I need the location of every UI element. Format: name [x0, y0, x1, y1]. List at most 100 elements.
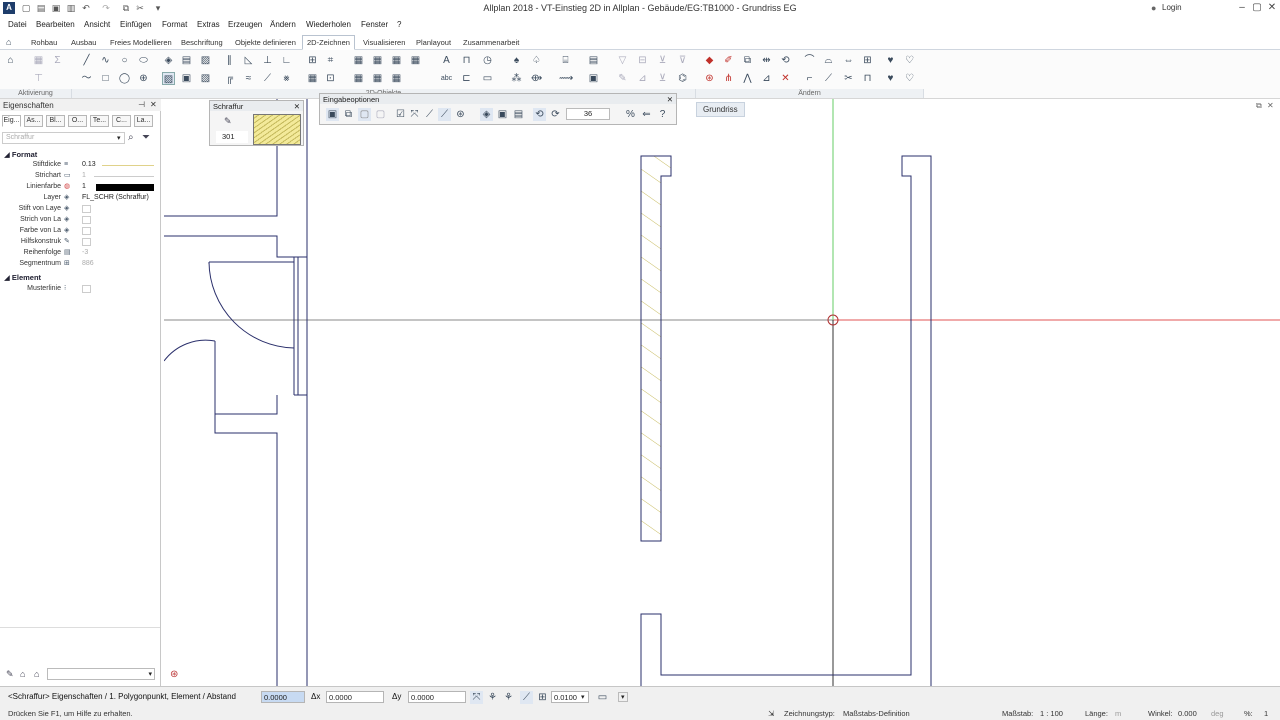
dropdown-arrow-icon[interactable]: ▾ — [117, 134, 121, 142]
menu-erzeugen[interactable]: Erzeugen — [228, 20, 262, 29]
menu-fenster[interactable]: Fenster — [361, 20, 388, 29]
table-icon[interactable]: ▦ — [306, 72, 319, 85]
wall-icon[interactable]: ╔ — [223, 72, 236, 85]
row-linienfarbe[interactable]: Linienfarbe ◍ 1 — [0, 182, 160, 193]
activate-icon[interactable]: ▦ — [32, 54, 45, 67]
join-icon[interactable]: ♥ — [884, 54, 897, 67]
grid5-icon[interactable]: ▦ — [352, 72, 365, 85]
polyline-icon[interactable]: ∿ — [99, 54, 112, 67]
modify-icon[interactable]: ⊛ — [703, 72, 716, 85]
option-percent-icon[interactable]: % — [624, 108, 637, 121]
dimension-icon[interactable]: ⊞ — [306, 54, 319, 67]
row-reihenfolge[interactable]: Reihenfolge ▤ -3 — [0, 248, 160, 259]
minimize-icon[interactable]: – — [1235, 1, 1249, 15]
macro-icon[interactable]: ⌸ — [559, 54, 572, 67]
floorplan-drawing[interactable] — [164, 99, 1280, 686]
favorites-icon[interactable]: ⌂ — [20, 669, 25, 679]
filter9-icon[interactable]: ⌬ — [676, 72, 689, 85]
sum-icon[interactable]: Σ — [51, 54, 64, 67]
tab-eigenschaften[interactable]: Eig... — [2, 115, 21, 127]
dy-input[interactable]: 0.0000 — [408, 691, 466, 703]
checkbox-stift-von-layer[interactable] — [82, 205, 91, 213]
stretch-icon[interactable]: ⇔ — [842, 54, 855, 67]
navigation-icon[interactable]: ⊛ — [170, 669, 178, 680]
gradient-icon[interactable]: ▧ — [199, 72, 212, 85]
checkbox-hilfskonstruktion[interactable] — [82, 238, 91, 246]
collapse-icon[interactable]: ◢ — [4, 273, 12, 282]
break-icon[interactable]: ✂ — [842, 72, 855, 85]
angle-icon[interactable]: ∟ — [280, 54, 293, 67]
ellipse-icon[interactable]: ⬭ — [137, 54, 150, 67]
row-farbe-von-layer[interactable]: Farbe von La ◈ — [0, 226, 160, 237]
option-area-icon[interactable]: ▢ — [358, 108, 371, 121]
view-close-icon[interactable]: ✕ — [1267, 101, 1274, 110]
parallel-icon[interactable]: ∥ — [223, 54, 236, 67]
grid1-icon[interactable]: ▦ — [352, 54, 365, 67]
tab-beschriftung[interactable]: Beschriftung — [181, 38, 223, 47]
favorites-dropdown[interactable]: ▾ — [47, 668, 155, 680]
circle2-icon[interactable]: ◯ — [118, 72, 131, 85]
image-icon[interactable]: ▣ — [180, 72, 193, 85]
split2-icon[interactable]: ♡ — [903, 72, 916, 85]
filter-icon[interactable]: ⊤ — [32, 72, 45, 85]
tab-zusammenarbeit[interactable]: Zusammenarbeit — [463, 38, 519, 47]
clip-icon[interactable]: ▤ — [587, 54, 600, 67]
percent-value[interactable]: 1 — [1264, 709, 1268, 718]
option-multi-icon[interactable]: ⧉ — [342, 108, 355, 121]
row-stift-von-layer[interactable]: Stift von Laye ◈ — [0, 204, 160, 215]
divide-icon[interactable]: ⊓ — [861, 72, 874, 85]
tab-teilbilder[interactable]: Te... — [90, 115, 109, 127]
option-back-icon[interactable]: ⇐ — [640, 108, 653, 121]
menu-aendern[interactable]: Ändern — [270, 20, 296, 29]
symbol3-icon[interactable]: ⁂ — [510, 72, 523, 85]
maximize-icon[interactable]: ▢ — [1250, 1, 1264, 15]
drawing-type-value[interactable]: Maßstabs-Definition — [843, 709, 910, 718]
hatching-active-icon[interactable]: ▨ — [162, 72, 175, 85]
angle-value[interactable]: 0.000 — [1178, 709, 1197, 718]
perpendicular-icon[interactable]: ⊥ — [261, 54, 274, 67]
option-rotate-icon[interactable]: ⟲ — [533, 108, 546, 121]
menu-format[interactable]: Format — [162, 20, 187, 29]
option-rotate2-icon[interactable]: ⟳ — [549, 108, 562, 121]
pin-icon[interactable]: ⌂ — [4, 54, 17, 67]
search-icon[interactable]: ⌕ — [128, 132, 134, 143]
filter5-icon[interactable]: ⊽ — [676, 54, 689, 67]
section-format[interactable]: ◢ Format — [4, 150, 37, 159]
wave-icon[interactable]: ≈ — [242, 72, 255, 85]
scale-icon[interactable]: ⊞ — [861, 54, 874, 67]
tab-visualisieren[interactable]: Visualisieren — [363, 38, 405, 47]
option-angle-icon[interactable]: ⟋ — [438, 108, 451, 121]
close-panel-icon[interactable]: ✕ — [150, 100, 157, 109]
menu-wiederholen[interactable]: Wiederholen — [306, 20, 351, 29]
home-icon[interactable]: ⌂ — [6, 37, 11, 47]
rectangle-icon[interactable]: □ — [99, 72, 112, 85]
filter3-icon[interactable]: ⊟ — [636, 54, 649, 67]
section-element[interactable]: ◢ Element — [4, 273, 41, 282]
trim-icon[interactable]: ⟋ — [261, 72, 274, 85]
more-options-icon[interactable]: ▾ — [618, 692, 628, 702]
help-icon[interactable]: ? — [656, 108, 669, 121]
option-point-icon[interactable]: ⤧ — [408, 108, 421, 121]
funnel-icon[interactable]: ⏷ — [142, 132, 150, 143]
view-restore-icon[interactable]: ⧉ — [1256, 101, 1262, 111]
hatch-icon[interactable]: ▤ — [180, 54, 193, 67]
angle-unit[interactable]: deg — [1211, 709, 1224, 718]
dropdown-arrow-icon[interactable]: ▾ — [148, 670, 152, 678]
login-link[interactable]: Login — [1162, 3, 1182, 12]
grid6-icon[interactable]: ▦ — [371, 72, 384, 85]
option-area2-icon[interactable]: ▢ — [374, 108, 387, 121]
spline-icon[interactable]: ～ — [80, 72, 93, 85]
copy-icon[interactable]: ⧉ — [741, 54, 754, 67]
rotate-icon[interactable]: ⟲ — [779, 54, 792, 67]
option-add-icon[interactable]: ◈ — [480, 108, 493, 121]
drawing-canvas[interactable]: Grundriss ⧉ ✕ ⊛ — [164, 99, 1280, 686]
circle-icon[interactable]: ○ — [118, 54, 131, 67]
checkbox-musterlinie[interactable] — [82, 285, 91, 293]
tab-objekte-definieren[interactable]: Objekte definieren — [235, 38, 296, 47]
abc-icon[interactable]: abc — [440, 72, 453, 85]
close-icon[interactable]: ✕ — [1265, 1, 1279, 15]
symbol2-icon[interactable]: ♤ — [530, 54, 543, 67]
clock-icon[interactable]: ◷ — [481, 54, 494, 67]
tab-planlayout[interactable]: Planlayout — [416, 38, 451, 47]
line-snap-icon[interactable]: ⟋ — [520, 691, 533, 704]
